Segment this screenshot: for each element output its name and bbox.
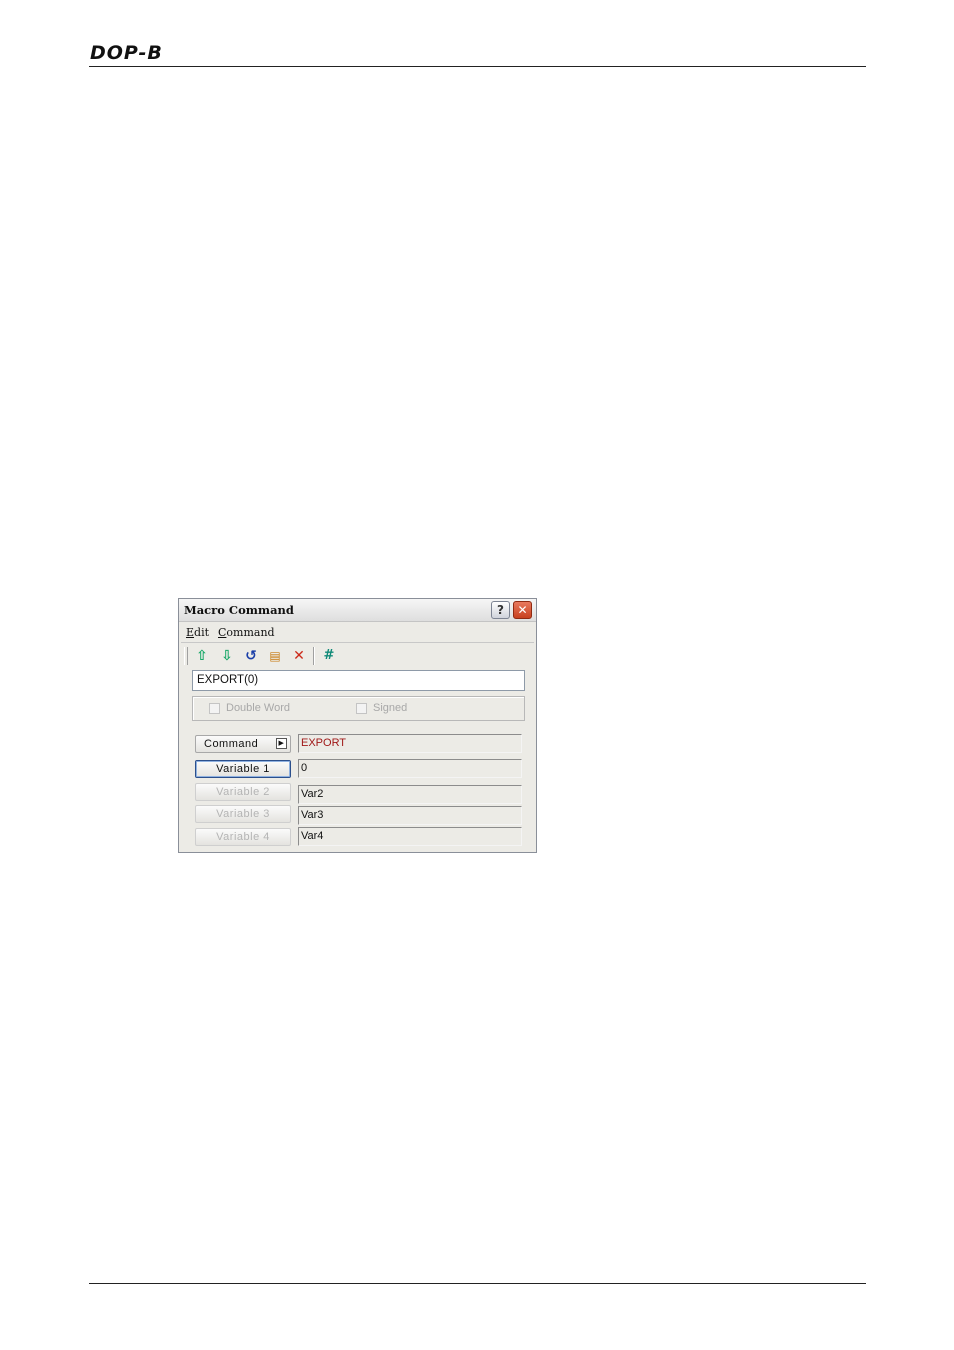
double-word-checkbox[interactable] [209, 703, 220, 714]
move-up-icon[interactable]: ⇧ [192, 647, 212, 665]
title-bar: Macro Command ? ✕ [179, 599, 536, 622]
delete-icon[interactable]: ✕ [289, 647, 309, 665]
hash-icon[interactable]: # [319, 647, 339, 665]
menu-command[interactable]: Command [218, 626, 275, 639]
close-button[interactable]: ✕ [513, 601, 532, 619]
variable-4-button: Variable 4 [195, 828, 291, 846]
variable-3-field: Var3 [298, 806, 522, 825]
variable-3-button: Variable 3 [195, 805, 291, 823]
toolbar-grip [184, 647, 188, 665]
play-arrow-icon: ▶ [276, 738, 287, 749]
move-down-icon[interactable]: ⇩ [217, 647, 237, 665]
document-icon[interactable]: ▤ [265, 647, 285, 665]
header-rule [89, 66, 866, 67]
menu-bar: Edit Command [179, 623, 536, 641]
variable-2-button: Variable 2 [195, 783, 291, 801]
options-group: Double Word Signed [192, 696, 525, 721]
variable-4-field: Var4 [298, 827, 522, 846]
command-button[interactable]: Command ▶ [195, 735, 291, 753]
signed-label: Signed [373, 702, 408, 714]
signed-checkbox[interactable] [356, 703, 367, 714]
command-value-field[interactable]: EXPORT [298, 734, 522, 753]
macro-command-dialog: Macro Command ? ✕ Edit Command ⇧ ⇩ ↺ ▤ ✕… [178, 598, 537, 853]
footer-rule [89, 1283, 866, 1284]
double-word-label: Double Word [226, 702, 290, 714]
undo-icon[interactable]: ↺ [241, 647, 261, 665]
page-header-logo: DOP-B [90, 42, 163, 64]
menu-separator [181, 642, 534, 643]
help-button[interactable]: ? [491, 601, 510, 619]
command-button-label: Command [204, 738, 259, 750]
macro-expression-field[interactable]: EXPORT(0) [192, 670, 525, 691]
variable-1-button[interactable]: Variable 1 [195, 760, 291, 778]
variable-2-field: Var2 [298, 785, 522, 804]
toolbar-separator [313, 647, 315, 665]
dialog-title: Macro Command [184, 603, 294, 617]
variable-1-field[interactable]: 0 [298, 759, 522, 778]
toolbar: ⇧ ⇩ ↺ ▤ ✕ # [183, 645, 334, 667]
menu-edit[interactable]: Edit [186, 626, 209, 639]
